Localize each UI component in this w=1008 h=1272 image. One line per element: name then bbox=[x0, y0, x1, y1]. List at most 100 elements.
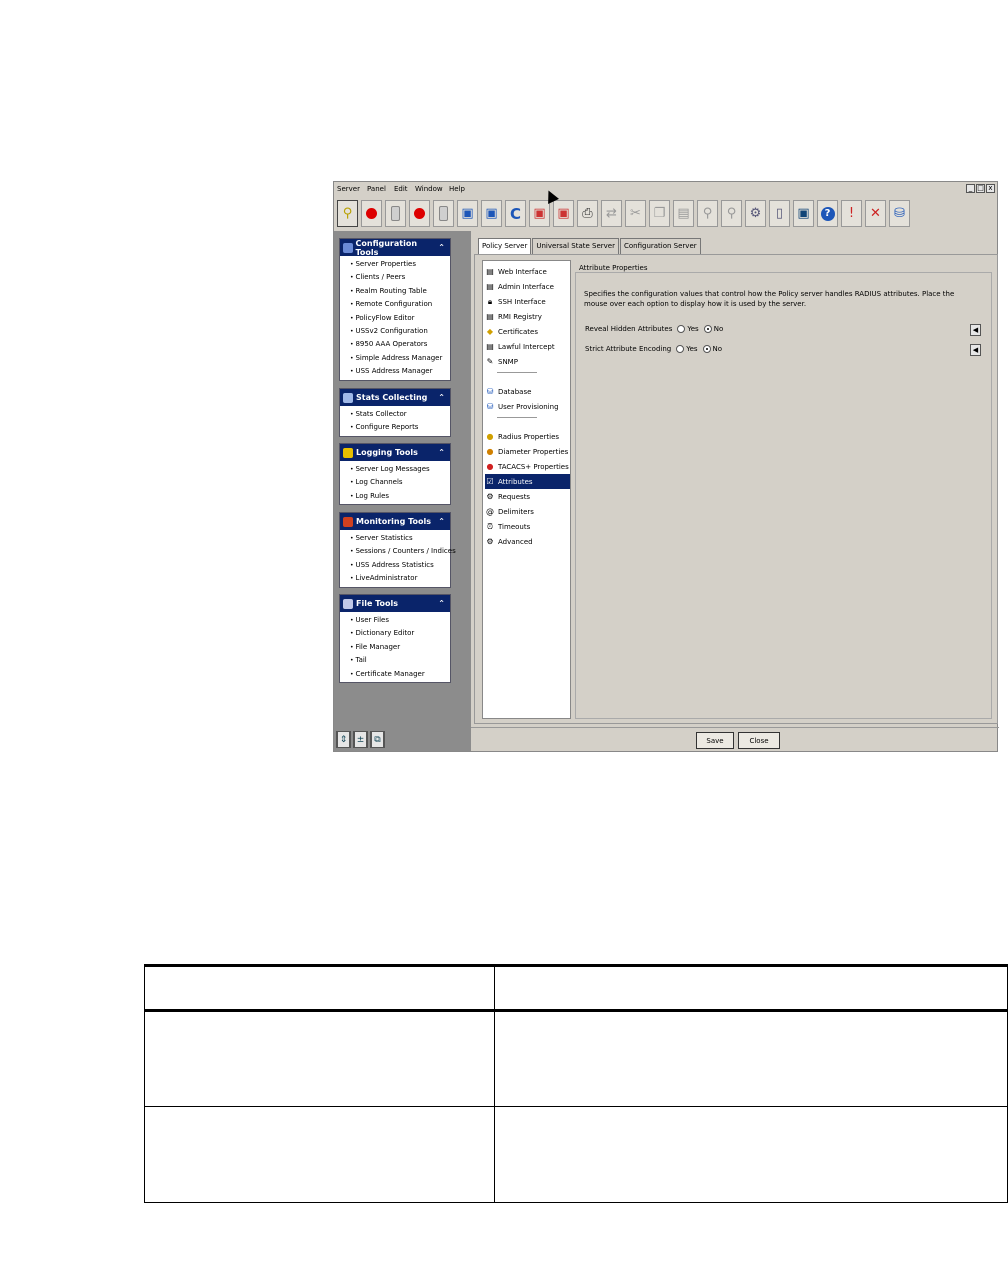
menu-window[interactable]: Window bbox=[415, 185, 443, 193]
panel-item[interactable]: Dictionary Editor bbox=[350, 627, 450, 640]
nav-radius-properties[interactable]: ● Radius Properties bbox=[485, 429, 570, 444]
nav-timeouts[interactable]: ⏰︎ Timeouts bbox=[485, 519, 570, 534]
about-button[interactable]: ! bbox=[841, 200, 862, 227]
collapse-icon[interactable]: ⌃ bbox=[438, 517, 445, 526]
close-button[interactable]: Close bbox=[738, 732, 780, 749]
nav-user-provisioning[interactable]: ⛁ User Provisioning bbox=[485, 399, 570, 414]
nav-attributes[interactable]: ☑ Attributes bbox=[485, 474, 570, 489]
panel-item[interactable]: File Manager bbox=[350, 641, 450, 654]
radio-no[interactable] bbox=[703, 325, 712, 333]
tab-policy-server[interactable]: Policy Server bbox=[478, 238, 532, 254]
nav-admin-interface[interactable]: ▤ Admin Interface bbox=[485, 279, 570, 294]
paste-button[interactable]: ▤ bbox=[673, 200, 694, 227]
panel-item[interactable]: Log Rules bbox=[350, 490, 450, 503]
uss-db-button[interactable] bbox=[433, 200, 454, 227]
expand-help-button[interactable]: ◀ bbox=[970, 324, 981, 336]
close-all-button[interactable]: ▣ bbox=[553, 200, 574, 227]
tab-universal-state-server[interactable]: Universal State Server bbox=[532, 238, 619, 254]
panel-item[interactable]: PolicyFlow Editor bbox=[350, 312, 450, 325]
radio-yes[interactable] bbox=[676, 345, 685, 353]
panel-item[interactable]: Log Channels bbox=[350, 476, 450, 489]
radio-yes[interactable] bbox=[677, 325, 686, 333]
expand-help-button[interactable]: ◀ bbox=[970, 344, 981, 356]
panel-header[interactable]: Stats Collecting ⌃ bbox=[340, 389, 450, 406]
nav-diameter-properties[interactable]: ● Diameter Properties bbox=[485, 444, 570, 459]
panel-item[interactable]: Sessions / Counters / Indices bbox=[350, 545, 455, 558]
save-toolbar-button[interactable]: ▣ bbox=[457, 200, 478, 227]
server-db-button[interactable] bbox=[385, 200, 406, 227]
menu-panel[interactable]: Panel bbox=[367, 185, 386, 193]
panel-header[interactable]: Logging Tools ⌃ bbox=[340, 444, 450, 461]
panel-item[interactable]: Simple Address Manager bbox=[350, 352, 450, 365]
panel-item[interactable]: Tail bbox=[350, 654, 450, 667]
radio-no[interactable] bbox=[702, 345, 711, 353]
nav-advanced[interactable]: ⚙ Advanced bbox=[485, 534, 570, 549]
panel-item[interactable]: Server Log Messages bbox=[350, 463, 450, 476]
print-button[interactable]: ⎙ bbox=[577, 200, 598, 227]
panel-item[interactable]: USS Address Manager bbox=[350, 365, 450, 378]
menu-help[interactable]: Help bbox=[449, 185, 465, 193]
close-panel-button[interactable]: ▣ bbox=[529, 200, 550, 227]
nav-delimiters[interactable]: @ Delimiters bbox=[485, 504, 570, 519]
connect-button[interactable]: ⚲ bbox=[337, 200, 358, 227]
panel-item[interactable]: USS Address Statistics bbox=[350, 559, 450, 572]
nav-lawful-intercept[interactable]: ▤ Lawful Intercept bbox=[485, 339, 570, 354]
start-server-button[interactable] bbox=[361, 200, 382, 227]
panel-item[interactable]: USSv2 Configuration bbox=[350, 325, 450, 338]
save-all-toolbar-button[interactable]: ▣ bbox=[481, 200, 502, 227]
nav-database[interactable]: ⛁ Database bbox=[485, 384, 570, 399]
nav-ssh-interface[interactable]: 🔒︎ SSH Interface bbox=[485, 294, 570, 309]
collapse-icon[interactable]: ⌃ bbox=[438, 599, 445, 608]
restore-button[interactable]: □ bbox=[976, 184, 985, 193]
panel-header[interactable]: File Tools ⌃ bbox=[340, 595, 450, 612]
nav-web-interface[interactable]: ▤ Web Interface bbox=[485, 264, 570, 279]
find-button[interactable]: ⚲ bbox=[697, 200, 718, 227]
panel-header[interactable]: Configuration Tools ⌃ bbox=[340, 239, 450, 257]
panel-item[interactable]: Remote Configuration bbox=[350, 298, 450, 311]
tab-configuration-server[interactable]: Configuration Server bbox=[619, 238, 701, 254]
panel-item[interactable]: Server Properties bbox=[350, 258, 450, 271]
document-button[interactable]: ▯ bbox=[769, 200, 790, 227]
copy-button[interactable]: ❐ bbox=[649, 200, 670, 227]
detach-button[interactable]: ⧉ bbox=[370, 731, 385, 748]
split-button[interactable]: ± bbox=[353, 731, 368, 748]
nav-label: Diameter Properties bbox=[498, 447, 569, 456]
menu-server[interactable]: Server bbox=[337, 185, 360, 193]
panel-item[interactable]: LiveAdministrator bbox=[350, 572, 450, 585]
sync-button[interactable]: ⇄ bbox=[601, 200, 622, 227]
collapse-icon[interactable]: ⌃ bbox=[438, 243, 445, 252]
tools-button[interactable]: ✕ bbox=[865, 200, 886, 227]
monitor-button[interactable]: ▣ bbox=[793, 200, 814, 227]
panel-item[interactable]: Stats Collector bbox=[350, 408, 450, 421]
panel-item[interactable]: User Files bbox=[350, 614, 450, 627]
cut-button[interactable]: ✂ bbox=[625, 200, 646, 227]
nav-rmi-registry[interactable]: ▤ RMI Registry bbox=[485, 309, 570, 324]
close-window-button[interactable]: x bbox=[986, 184, 995, 193]
panel-item[interactable]: Server Statistics bbox=[350, 532, 450, 545]
find-next-button[interactable]: ⚲ bbox=[721, 200, 742, 227]
panel-item[interactable]: 8950 AAA Operators bbox=[350, 338, 450, 351]
panel-item[interactable]: Configure Reports bbox=[350, 421, 450, 434]
radio-yes-label: Yes bbox=[686, 345, 698, 353]
refresh-button[interactable]: C bbox=[505, 200, 526, 227]
nav-certificates[interactable]: ◆ Certificates bbox=[485, 324, 570, 339]
nav-snmp[interactable]: ✎ SNMP bbox=[485, 354, 570, 369]
panel-item[interactable]: Clients / Peers bbox=[350, 271, 450, 284]
panel-header[interactable]: Monitoring Tools ⌃ bbox=[340, 513, 450, 530]
nav-tacacs-properties[interactable]: ● TACACS+ Properties bbox=[485, 459, 570, 474]
panel-item[interactable]: Realm Routing Table bbox=[350, 285, 450, 298]
document-table bbox=[144, 964, 1008, 1203]
collapse-icon[interactable]: ⌃ bbox=[438, 448, 445, 457]
minimize-button[interactable]: _ bbox=[966, 184, 975, 193]
panel-item[interactable]: Certificate Manager bbox=[350, 668, 450, 681]
nav-requests[interactable]: ⚙ Requests bbox=[485, 489, 570, 504]
expand-all-button[interactable]: ⇕ bbox=[336, 731, 351, 748]
start-uss-button[interactable] bbox=[409, 200, 430, 227]
collapse-icon[interactable]: ⌃ bbox=[438, 393, 445, 402]
save-button[interactable]: Save bbox=[696, 732, 734, 749]
menu-edit[interactable]: Edit bbox=[394, 185, 408, 193]
database-button[interactable]: ⛁ bbox=[889, 200, 910, 227]
help-button[interactable]: ? bbox=[817, 200, 838, 227]
settings-button[interactable]: ⚙ bbox=[745, 200, 766, 227]
database-icon: ⛁ bbox=[486, 387, 494, 396]
